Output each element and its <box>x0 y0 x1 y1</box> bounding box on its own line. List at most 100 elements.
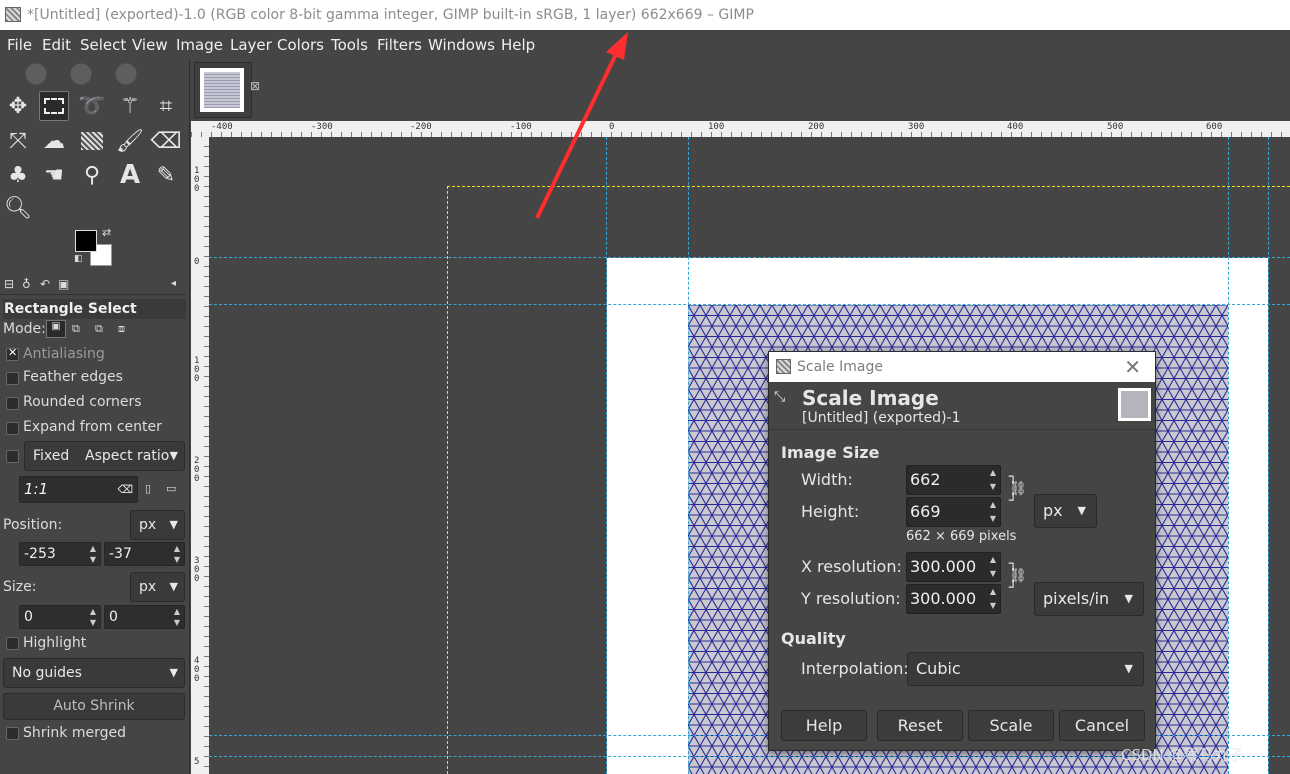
spin-arrows-icon[interactable]: ▲ ▼ <box>87 606 99 628</box>
smudge-icon[interactable]: ☚ <box>39 160 69 190</box>
gradient-icon[interactable] <box>77 126 107 156</box>
portrait-icon[interactable]: ▯ <box>145 482 151 495</box>
ruler-label: -200 <box>410 122 432 132</box>
y-resolution-label: Y resolution: <box>801 589 901 608</box>
resolution-chain-link-icon[interactable]: ┐ ⛓ ┘ <box>1009 557 1027 595</box>
dialog-titlebar: Scale Image ✕ <box>769 352 1155 382</box>
guides-combo[interactable]: No guides ▼ <box>3 658 185 688</box>
highlight-label: Highlight <box>23 635 87 651</box>
watermark: CSDN @察马丸子 <box>1121 746 1244 764</box>
crop-icon[interactable]: ⌗ <box>151 91 181 121</box>
menu-layer[interactable]: Layer <box>230 36 272 54</box>
antialiasing-checkbox[interactable] <box>6 346 19 361</box>
menu-file[interactable]: File <box>7 36 32 54</box>
x-resolution-field[interactable]: 300.000 ▲ ▼ <box>906 552 1001 582</box>
path-icon[interactable]: ⚲ <box>77 160 107 190</box>
position-y-field[interactable]: -37 ▲ ▼ <box>104 542 185 566</box>
ruler-label: -400 <box>211 122 233 132</box>
ruler-label: 200 <box>194 456 200 484</box>
mode-intersect-icon[interactable]: ⧈ <box>118 322 125 336</box>
spin-arrows-icon[interactable]: ▲ ▼ <box>987 498 999 526</box>
transform-icon[interactable]: ⤧ <box>3 126 33 156</box>
auto-shrink-button[interactable]: Auto Shrink <box>3 693 185 720</box>
position-unit-combo[interactable]: px ▼ <box>130 510 185 540</box>
shrink-merged-checkbox[interactable] <box>6 727 19 740</box>
foreground-color-swatch[interactable] <box>75 230 97 252</box>
ruler-label: 5 <box>194 757 200 767</box>
help-button[interactable]: Help <box>781 710 867 741</box>
text-icon[interactable]: A <box>115 160 145 190</box>
size-width-field[interactable]: 0 ▲ ▼ <box>19 605 101 629</box>
close-icon[interactable]: ✕ <box>1124 352 1141 382</box>
close-tab-icon[interactable]: ⊠ <box>250 79 260 93</box>
spin-arrows-icon[interactable]: ▲ ▼ <box>987 553 999 581</box>
image-tab[interactable] <box>194 62 252 118</box>
paintbrush-icon[interactable]: 🖌 <box>115 126 145 156</box>
menu-tools[interactable]: Tools <box>331 36 368 54</box>
images-tab-icon[interactable]: ▣ <box>58 277 69 291</box>
rounded-corners-checkbox[interactable] <box>6 397 19 410</box>
fuzzy-select-icon[interactable]: ⚚ <box>115 91 145 121</box>
ruler-label: 300 <box>194 556 200 584</box>
resolution-unit-combo[interactable]: pixels/in ▼ <box>1034 582 1144 616</box>
spin-arrows-icon[interactable]: ▲ ▼ <box>987 466 999 494</box>
dock-menu-icon[interactable]: ◂ <box>171 278 176 289</box>
default-colors-icon[interactable]: ◧ <box>74 254 83 264</box>
wilber-drop-zone <box>6 61 186 87</box>
position-x-field[interactable]: -253 ▲ ▼ <box>19 542 101 566</box>
interpolation-value: Cubic <box>916 659 961 678</box>
zoom-icon[interactable]: 🔍︎ <box>3 193 33 223</box>
cancel-button[interactable]: Cancel <box>1059 710 1145 741</box>
warp-icon[interactable]: ☁ <box>39 126 69 156</box>
menu-select[interactable]: Select <box>80 36 126 54</box>
move-tool-icon[interactable]: ✥ <box>3 91 33 121</box>
fixed-aspect-combo[interactable]: Fixed Aspect ratio ▼ <box>24 441 185 471</box>
rect-select-icon[interactable] <box>39 91 69 121</box>
spin-arrows-icon[interactable]: ▲ ▼ <box>87 543 99 565</box>
x-resolution-value: 300.000 <box>910 557 977 576</box>
guide-line <box>688 137 689 774</box>
mode-subtract-icon[interactable]: ⧉ <box>95 322 103 336</box>
guides-value: No guides <box>12 665 82 681</box>
spin-arrows-icon[interactable]: ▲ ▼ <box>171 543 183 565</box>
spin-arrows-icon[interactable]: ▲ ▼ <box>171 606 183 628</box>
x-resolution-label: X resolution: <box>801 557 902 576</box>
device-status-tab-icon[interactable]: ♁ <box>22 277 31 291</box>
spin-arrows-icon[interactable]: ▲ ▼ <box>987 585 999 613</box>
swap-colors-icon[interactable]: ⇄ <box>102 226 111 239</box>
size-width-value: 0 <box>24 609 33 625</box>
size-height-field[interactable]: 0 ▲ ▼ <box>104 605 185 629</box>
height-field[interactable]: 669 ▲ ▼ <box>906 497 1001 527</box>
interpolation-combo[interactable]: Cubic ▼ <box>907 652 1144 686</box>
menu-image[interactable]: Image <box>176 36 223 54</box>
highlight-checkbox[interactable] <box>6 637 19 650</box>
color-picker-icon[interactable]: ✎ <box>151 160 181 190</box>
y-resolution-field[interactable]: 300.000 ▲ ▼ <box>906 584 1001 614</box>
scale-button[interactable]: Scale <box>968 710 1054 741</box>
feather-edges-checkbox[interactable] <box>6 372 19 385</box>
menu-windows[interactable]: Windows <box>428 36 495 54</box>
size-chain-link-icon[interactable]: ┐ ⛓ ┘ <box>1009 470 1027 508</box>
menu-colors[interactable]: Colors <box>277 36 324 54</box>
width-field[interactable]: 662 ▲ ▼ <box>906 465 1001 495</box>
menu-filters[interactable]: Filters <box>377 36 422 54</box>
eraser-icon[interactable]: ⌫ <box>150 126 181 156</box>
expand-from-center-checkbox[interactable] <box>6 422 19 435</box>
ruler-label: 200 <box>808 122 825 132</box>
mode-replace-icon[interactable]: ▣ <box>46 320 66 338</box>
size-unit-combo[interactable]: px ▼ <box>130 572 185 602</box>
menu-view[interactable]: View <box>132 36 168 54</box>
menu-edit[interactable]: Edit <box>42 36 71 54</box>
undo-history-tab-icon[interactable]: ↶ <box>40 277 50 291</box>
mode-add-icon[interactable]: ⧉ <box>72 322 80 336</box>
tool-options-tab-icon[interactable]: ⊟ <box>4 277 14 291</box>
tool-options-title: Rectangle Select <box>3 299 186 319</box>
aspect-ratio-field[interactable]: 1:1 ⌫ <box>19 476 138 503</box>
landscape-icon[interactable]: ▭ <box>166 482 176 495</box>
size-unit-combo[interactable]: px ▼ <box>1034 494 1097 528</box>
fixed-checkbox[interactable] <box>6 450 19 463</box>
lasso-icon[interactable]: ➰ <box>77 91 107 121</box>
clone-icon[interactable]: ♣ <box>3 160 33 190</box>
reset-button[interactable]: Reset <box>877 710 963 741</box>
clear-icon[interactable]: ⌫ <box>117 477 133 502</box>
